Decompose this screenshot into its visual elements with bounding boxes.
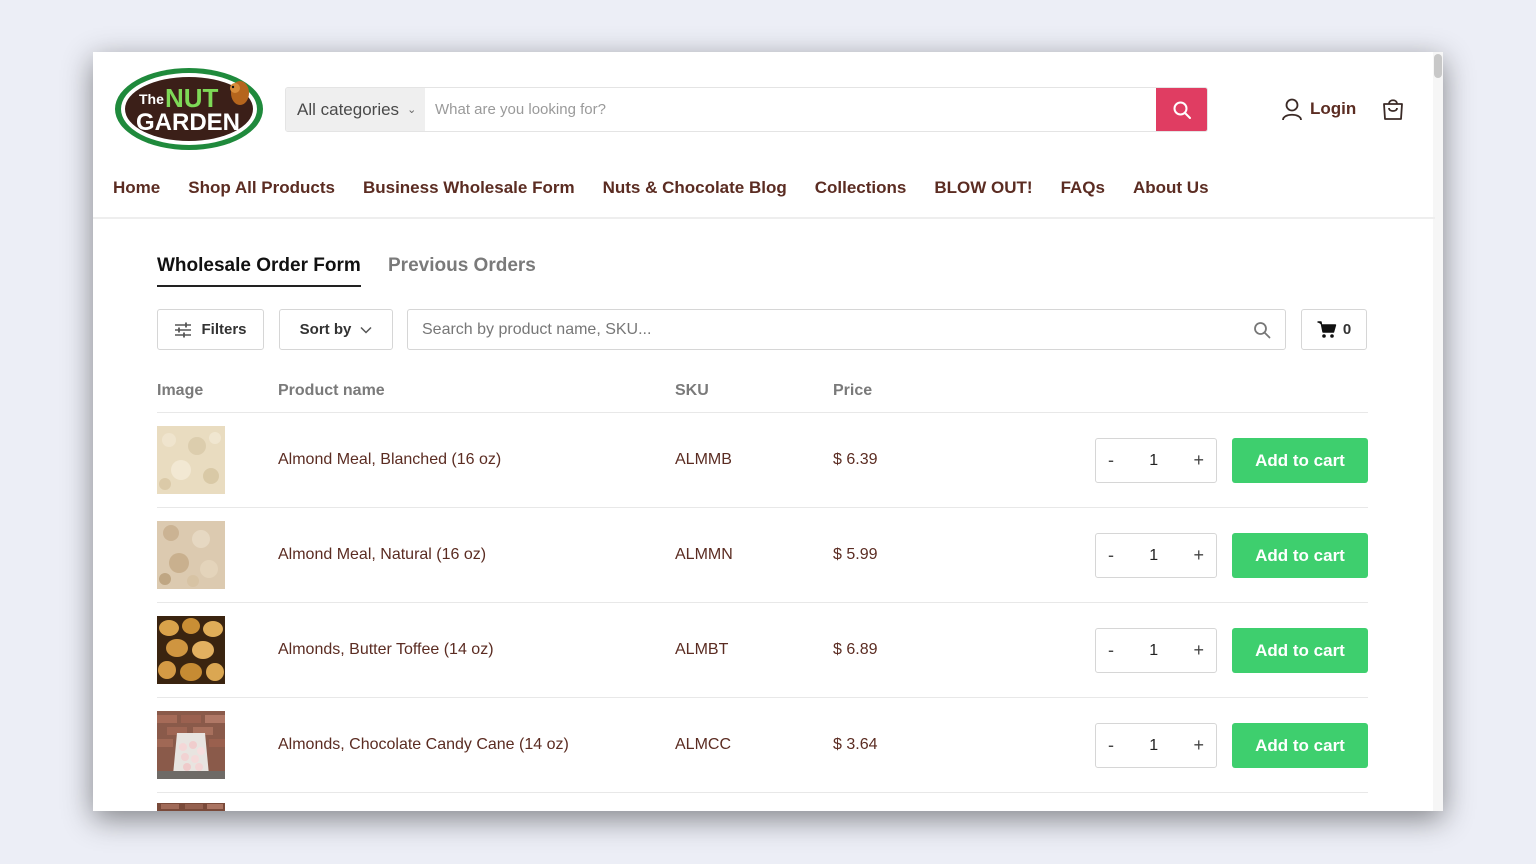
product-name[interactable]: Almonds, Chocolate Candy Cane (14 oz)	[278, 736, 569, 754]
increment-button[interactable]: +	[1193, 735, 1204, 756]
chevron-down-icon	[360, 326, 372, 334]
filters-button[interactable]: Filters	[157, 309, 264, 350]
product-sku: ALMBT	[675, 641, 729, 658]
quantity-value[interactable]: 1	[1149, 642, 1158, 660]
increment-button[interactable]: +	[1193, 640, 1204, 661]
product-image	[157, 616, 225, 684]
cart-button[interactable]	[1380, 96, 1406, 127]
add-to-cart-button[interactable]: Add to cart	[1232, 438, 1368, 483]
quantity-stepper: - 1 +	[1095, 533, 1217, 578]
user-icon	[1282, 98, 1302, 121]
nav-item-home[interactable]: Home	[113, 178, 160, 198]
nav-item-about-us[interactable]: About Us	[1133, 178, 1209, 198]
site-logo[interactable]: The NUT GARDEN	[113, 66, 265, 152]
nav-item-blog[interactable]: Nuts & Chocolate Blog	[603, 178, 787, 198]
site-search-bar: All categories ⌄	[285, 87, 1208, 132]
browser-window: The NUT GARDEN All categories ⌄ Login	[93, 52, 1443, 811]
col-header-product-name: Product name	[278, 382, 385, 399]
decrement-button[interactable]: -	[1108, 545, 1114, 566]
tab-wholesale-order-form[interactable]: Wholesale Order Form	[157, 255, 361, 287]
increment-button[interactable]: +	[1193, 450, 1204, 471]
product-search-input[interactable]	[422, 320, 1253, 339]
quantity-value[interactable]: 1	[1149, 547, 1158, 565]
product-price: $ 5.99	[833, 546, 878, 563]
order-cart-button[interactable]: 0	[1301, 309, 1367, 350]
main-nav: Home Shop All Products Business Wholesal…	[113, 178, 1209, 198]
increment-button[interactable]: +	[1193, 545, 1204, 566]
quantity-stepper: - 1 +	[1095, 723, 1217, 768]
add-to-cart-button[interactable]: Add to cart	[1232, 533, 1368, 578]
login-label: Login	[1310, 99, 1357, 118]
add-to-cart-button[interactable]: Add to cart	[1232, 628, 1368, 673]
nav-item-collections[interactable]: Collections	[815, 178, 907, 198]
quantity-value[interactable]: 1	[1149, 737, 1158, 755]
sort-by-dropdown[interactable]: Sort by	[279, 309, 393, 350]
product-name[interactable]: Almond Meal, Natural (16 oz)	[278, 546, 486, 564]
sliders-icon	[175, 322, 192, 337]
table-row: Almonds, Chocolate Candy Cane (14 oz) AL…	[157, 698, 1368, 793]
logo-text-garden: GARDEN	[136, 109, 240, 136]
shopping-cart-icon	[1317, 320, 1337, 338]
product-image	[157, 803, 225, 811]
logo-text-the: The	[139, 91, 164, 107]
product-image	[157, 426, 225, 494]
scroll-thumb[interactable]	[1434, 54, 1442, 78]
col-header-sku: SKU	[675, 382, 709, 399]
product-sku: ALMCC	[675, 736, 732, 753]
sort-by-label: Sort by	[299, 321, 352, 338]
nav-item-business-wholesale-form[interactable]: Business Wholesale Form	[363, 178, 575, 198]
scrollbar[interactable]	[1433, 52, 1443, 811]
nav-item-blow-out[interactable]: BLOW OUT!	[934, 178, 1032, 198]
quantity-stepper: - 1 +	[1095, 438, 1217, 483]
category-select[interactable]: All categories ⌄	[286, 88, 425, 131]
product-name[interactable]: Almonds, Butter Toffee (14 oz)	[278, 641, 494, 659]
nav-divider	[93, 217, 1435, 219]
col-header-image: Image	[157, 382, 204, 399]
add-to-cart-button[interactable]: Add to cart	[1232, 723, 1368, 768]
decrement-button[interactable]: -	[1108, 735, 1114, 756]
filters-label: Filters	[201, 321, 247, 338]
table-row: Almond Meal, Natural (16 oz) ALMMN $ 5.9…	[157, 508, 1368, 603]
nav-item-shop-all-products[interactable]: Shop All Products	[188, 178, 335, 198]
quantity-stepper: - 1 +	[1095, 628, 1217, 673]
col-header-price: Price	[833, 382, 873, 399]
tab-previous-orders[interactable]: Previous Orders	[388, 255, 536, 285]
table-row: Almonds, Butter Toffee (14 oz) ALMBT $ 6…	[157, 603, 1368, 698]
table-row: Almond Meal, Blanched (16 oz) ALMMB $ 6.…	[157, 413, 1368, 508]
site-search-input[interactable]	[425, 88, 1156, 131]
decrement-button[interactable]: -	[1108, 640, 1114, 661]
search-icon[interactable]	[1253, 321, 1271, 339]
cart-count: 0	[1342, 321, 1352, 338]
quantity-value[interactable]: 1	[1149, 452, 1158, 470]
product-image	[157, 711, 225, 779]
decrement-button[interactable]: -	[1108, 450, 1114, 471]
category-select-label: All categories	[297, 99, 400, 119]
login-link[interactable]: Login	[1281, 97, 1356, 121]
product-search-field	[407, 309, 1286, 350]
product-price: $ 3.64	[833, 736, 878, 753]
nav-item-faqs[interactable]: FAQs	[1061, 178, 1105, 198]
search-icon	[1173, 101, 1191, 119]
product-image	[157, 521, 225, 589]
product-name[interactable]: Almond Meal, Blanched (16 oz)	[278, 451, 501, 469]
product-price: $ 6.39	[833, 451, 878, 468]
product-sku: ALMMB	[675, 451, 732, 468]
search-button[interactable]	[1156, 88, 1207, 131]
chevron-down-icon: ⌄	[407, 104, 417, 116]
shopping-bag-icon	[1383, 99, 1403, 120]
product-sku: ALMMN	[675, 546, 733, 563]
product-price: $ 6.89	[833, 641, 878, 658]
